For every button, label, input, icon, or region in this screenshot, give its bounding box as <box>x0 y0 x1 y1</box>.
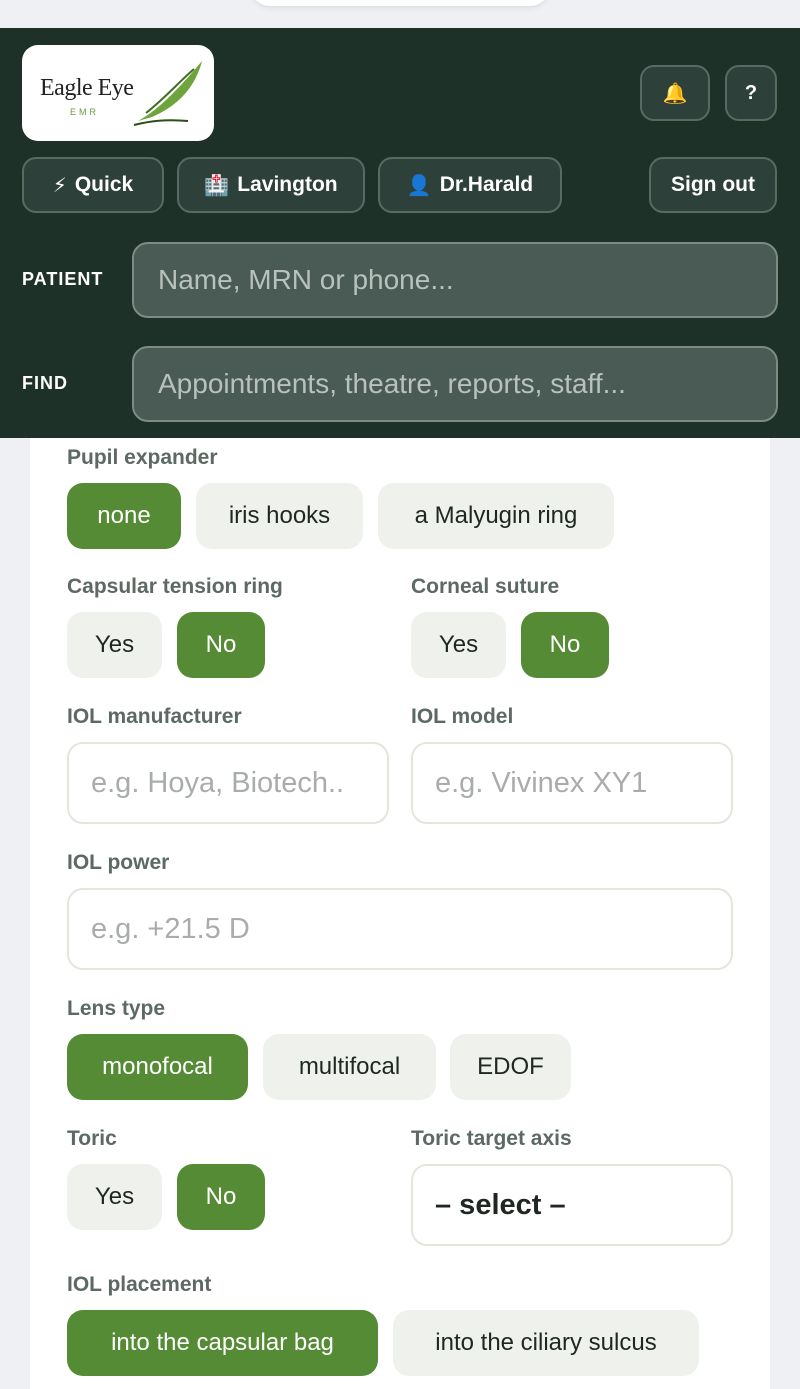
iol-placement-capsular-bag[interactable]: into the capsular bag <box>67 1310 378 1376</box>
ctr-no[interactable]: No <box>177 612 265 678</box>
find-search-input[interactable] <box>132 346 778 422</box>
bell-icon: 🔔 <box>662 82 688 105</box>
corneal-suture-no[interactable]: No <box>521 612 609 678</box>
feather-icon <box>133 61 202 126</box>
find-label: FIND <box>22 373 68 393</box>
pupil-expander-label: Pupil expander <box>67 446 218 469</box>
pupil-expander-iris-hooks[interactable]: iris hooks <box>196 483 363 549</box>
toric-yes[interactable]: Yes <box>67 1164 162 1230</box>
logo[interactable]: Eagle Eye EMR <box>22 45 214 141</box>
lens-type-monofocal[interactable]: monofocal <box>67 1034 248 1100</box>
iol-manufacturer-input[interactable] <box>67 742 389 824</box>
surgery-form-card: Pupil expander none iris hooks a Malyugi… <box>30 438 770 1389</box>
help-label: ? <box>744 81 758 104</box>
toric-target-axis-select[interactable]: – select – <box>411 1164 733 1246</box>
user-button[interactable]: 👤 Dr.Harald <box>378 157 562 213</box>
corneal-suture-yes[interactable]: Yes <box>411 612 506 678</box>
pupil-expander-malyugin-ring[interactable]: a Malyugin ring <box>378 483 614 549</box>
corneal-suture-label: Corneal suture <box>411 575 560 598</box>
location-label: Lavington <box>237 173 338 196</box>
sign-out-button[interactable]: Sign out <box>649 157 777 213</box>
iol-placement-label: IOL placement <box>67 1273 212 1296</box>
user-icon: 👤 <box>406 174 432 197</box>
iol-power-input[interactable] <box>67 888 733 970</box>
location-button[interactable]: 🏥 Lavington <box>177 157 365 213</box>
logo-sub: EMR <box>70 107 99 117</box>
iol-manufacturer-label: IOL manufacturer <box>67 705 242 728</box>
patient-search-input[interactable] <box>132 242 778 318</box>
sign-out-label: Sign out <box>671 173 755 196</box>
notifications-button[interactable]: 🔔 <box>640 65 710 121</box>
quick-button[interactable]: ⚡ Quick <box>22 157 164 213</box>
lens-type-edof[interactable]: EDOF <box>450 1034 571 1100</box>
patient-label: PATIENT <box>22 269 104 289</box>
help-button[interactable]: ? <box>725 65 777 121</box>
top-pill <box>250 0 550 6</box>
capsular-tension-ring-label: Capsular tension ring <box>67 575 283 598</box>
iol-power-label: IOL power <box>67 851 170 874</box>
lens-type-multifocal[interactable]: multifocal <box>263 1034 436 1100</box>
toric-target-axis-label: Toric target axis <box>411 1127 572 1150</box>
iol-model-input[interactable] <box>411 742 733 824</box>
app-header: Eagle Eye EMR 🔔 ? ⚡ Quick 🏥 Lavington 👤 … <box>0 28 800 438</box>
iol-placement-ciliary-sulcus[interactable]: into the ciliary sulcus <box>393 1310 699 1376</box>
lightning-icon: ⚡ <box>52 174 67 197</box>
hospital-icon: 🏥 <box>204 174 230 197</box>
toric-label: Toric <box>67 1127 117 1150</box>
user-label: Dr.Harald <box>439 173 534 196</box>
pupil-expander-none[interactable]: none <box>67 483 181 549</box>
quick-label: Quick <box>74 173 134 196</box>
ctr-yes[interactable]: Yes <box>67 612 162 678</box>
toric-no[interactable]: No <box>177 1164 265 1230</box>
logo-name: Eagle Eye <box>40 75 134 101</box>
iol-model-label: IOL model <box>411 705 514 728</box>
lens-type-label: Lens type <box>67 997 166 1020</box>
